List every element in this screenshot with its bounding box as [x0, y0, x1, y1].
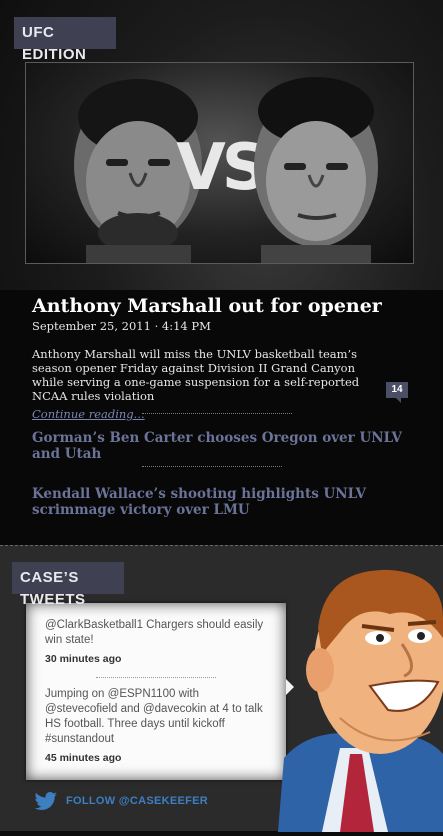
- headline-link[interactable]: Kendall Wallace’s shooting highlights UN…: [32, 486, 412, 518]
- follow-label: Follow @CaseKeefer: [66, 795, 209, 807]
- tweet-text: Jumping on @ESPN1100 with @stevecofield …: [45, 688, 263, 745]
- headline-link[interactable]: Gorman’s Ben Carter chooses Oregon over …: [32, 430, 412, 462]
- tweets-card: @ClarkBasketball1 Chargers should easily…: [26, 603, 294, 780]
- article-date: September 25, 2011 · 4:14 PM: [32, 319, 211, 333]
- tweet-time: 45 minutes ago: [45, 752, 122, 764]
- tweet-item[interactable]: Jumping on @ESPN1100 with @stevecofield …: [45, 687, 267, 766]
- twitter-bird-icon: [34, 792, 57, 810]
- fighters-faceoff-image[interactable]: VS: [25, 62, 414, 264]
- tweet-text: @ClarkBasketball1 Chargers should easily…: [45, 619, 264, 646]
- continue-reading-link[interactable]: Continue reading...: [32, 407, 145, 421]
- tweet-item[interactable]: @ClarkBasketball1 Chargers should easily…: [45, 618, 267, 667]
- article-summary: Anthony Marshall will miss the UNLV bask…: [32, 347, 360, 403]
- comment-count-badge[interactable]: 14: [386, 382, 408, 403]
- tweets-badge: Case’s Tweets: [12, 562, 124, 608]
- divider: [142, 413, 292, 414]
- right-fighter-face: [254, 77, 378, 263]
- featured-article: Anthony Marshall out for opener Septembe…: [32, 294, 412, 422]
- article-title[interactable]: Anthony Marshall out for opener: [32, 294, 412, 318]
- ufc-edition-badge: UFC Edition: [14, 17, 116, 63]
- follow-link[interactable]: Follow @CaseKeefer: [34, 792, 208, 810]
- ufc-section: UFC Edition VS: [0, 0, 443, 545]
- columnist-caricature: [270, 558, 443, 832]
- tweet-time: 30 minutes ago: [45, 653, 122, 665]
- tweets-section: Case’s Tweets @ClarkBasketball1 Chargers…: [0, 545, 443, 832]
- tweet-divider: [96, 677, 216, 678]
- divider: [142, 466, 282, 467]
- vs-text: VS: [176, 131, 264, 205]
